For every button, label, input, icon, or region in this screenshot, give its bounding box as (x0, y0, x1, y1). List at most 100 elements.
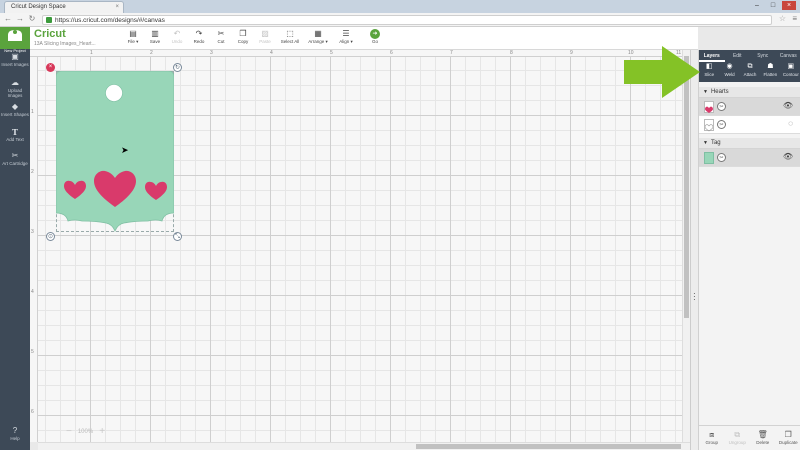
group-name: Hearts (710, 89, 729, 95)
tab-close-icon[interactable]: × (115, 4, 119, 10)
drag-handle-icon[interactable]: · · · (693, 290, 696, 304)
zoom-out-button[interactable]: − (66, 426, 72, 437)
arrange-button[interactable]: ▦ Arrange ▾ (302, 29, 334, 45)
weld-button[interactable]: ◉ Weld (719, 62, 739, 82)
tag-hole (105, 84, 123, 102)
contour-icon: ▣ (787, 63, 795, 70)
cartridge-icon: ✂ (11, 151, 19, 160)
cut-linetype-icon[interactable]: ✂ (717, 120, 726, 129)
lock-handle-icon[interactable]: ⊙ (46, 232, 55, 241)
text-icon: T (12, 127, 18, 137)
flatten-icon: ☗ (767, 63, 774, 70)
layer-row-hearts-outline[interactable]: ✂ ◌ (699, 116, 800, 134)
cut-linetype-icon[interactable]: ✂ (717, 153, 726, 162)
resize-handle-icon[interactable]: ⤡ (173, 232, 182, 241)
collapse-triangle-icon[interactable]: ▼ (703, 140, 708, 146)
horizontal-scrollbar[interactable] (38, 442, 690, 450)
window-close-icon[interactable]: × (782, 1, 796, 10)
url-field[interactable]: https://us.cricut.com/designs/#/canvas (42, 15, 772, 25)
maximize-icon[interactable]: □ (766, 1, 780, 10)
bookmark-star-icon[interactable]: ☆ (779, 14, 786, 23)
ungroup-icon: ⧉ (734, 430, 741, 439)
ungroup-button[interactable]: ⧉ Ungroup (725, 426, 751, 450)
browser-menu-icon[interactable]: ≡ (792, 14, 797, 23)
arrange-icon: ▦ (314, 29, 322, 38)
sidebar-item-label: Help (10, 436, 20, 441)
arrange-button-label: Arrange ▾ (308, 39, 328, 44)
sidebar-item-insert-shapes[interactable]: ◆ Insert Shapes (0, 103, 30, 118)
browser-tab[interactable]: Cricut Design Space × (4, 1, 124, 13)
attach-label: Attach (743, 72, 757, 77)
group-button-label: Group (705, 440, 718, 445)
image-icon: ▣ (11, 52, 19, 61)
align-button[interactable]: ☰ Align ▾ (332, 29, 360, 45)
tab-canvas[interactable]: Canvas (776, 50, 800, 62)
sidebar-item-label: Insert Images (1, 62, 29, 67)
ruler-number: 3 (31, 229, 34, 235)
back-arrow-icon[interactable]: ← (3, 14, 13, 23)
vertical-scrollbar[interactable] (682, 50, 690, 442)
ruler-number: 7 (450, 50, 453, 56)
ruler-number: 1 (90, 50, 93, 56)
delete-handle-icon[interactable]: × (46, 63, 55, 72)
sidebar-item-add-text[interactable]: T Add Text (0, 128, 30, 142)
scroll-thumb[interactable] (416, 444, 681, 449)
delete-button-label: Delete (756, 440, 770, 445)
browser-tab-bar: Cricut Design Space × – □ × (0, 0, 800, 13)
sidebar-item-label: Add Text (6, 137, 24, 142)
new-project-button[interactable]: New Project (0, 27, 30, 53)
left-sidebar: New Project ▣ Insert Images ☁ Upload Ima… (0, 27, 30, 450)
eye-hidden-icon[interactable]: ◌ (788, 119, 793, 128)
group-name: Tag (710, 140, 721, 146)
collapse-triangle-icon[interactable]: ▼ (703, 89, 708, 95)
duplicate-button[interactable]: ❐ Duplicate (776, 426, 800, 450)
eye-icon[interactable]: 👁 (783, 152, 793, 161)
weld-icon: ◉ (726, 63, 733, 70)
layer-row-tag[interactable]: ✂ 👁 (699, 149, 800, 167)
ungroup-button-label: Ungroup (728, 440, 746, 445)
tag-design[interactable] (56, 71, 174, 232)
slice-button[interactable]: ◧ Slice (699, 62, 719, 82)
ruler-number: 4 (270, 50, 273, 56)
align-button-label: Align ▾ (339, 39, 353, 44)
tab-layers[interactable]: Layers (699, 50, 725, 62)
cut-linetype-icon[interactable]: ✂ (717, 102, 726, 111)
green-arrow-icon (624, 46, 700, 98)
go-button[interactable]: ➜ Go (362, 29, 388, 44)
rotate-handle-icon[interactable]: ↻ (173, 63, 182, 72)
layer-row-hearts[interactable]: ✂ 👁 (699, 98, 800, 116)
panel-tabs: Layers Edit Sync Canvas (699, 50, 800, 62)
layer-tools: ◧ Slice ◉ Weld ⧉ Attach ☗ Flatten ▣ Contour (699, 62, 800, 82)
weld-label: Weld (724, 72, 735, 77)
attach-icon: ⧉ (747, 63, 753, 70)
project-name[interactable]: 13A Slicing Images_Heart... (34, 41, 96, 47)
forward-arrow-icon[interactable]: → (15, 14, 25, 23)
sidebar-item-art-cartridge[interactable]: ✂ Art Cartridge (0, 151, 30, 167)
layer-group-tag[interactable]: ▼ Tag (699, 138, 800, 149)
delete-button[interactable]: 🗑 Delete (750, 426, 776, 450)
reload-icon[interactable]: ↻ (27, 14, 37, 23)
contour-button[interactable]: ▣ Contour (781, 62, 800, 82)
sidebar-item-upload-images[interactable]: ☁ Upload Images (0, 79, 30, 99)
panel-splitter[interactable]: · · · (690, 50, 698, 450)
tab-sync[interactable]: Sync (750, 50, 776, 62)
group-button[interactable]: ⧈ Group (699, 426, 725, 450)
minimize-icon[interactable]: – (750, 1, 764, 10)
eye-icon[interactable]: 👁 (783, 101, 793, 110)
sidebar-item-label: Upload Images (7, 88, 23, 98)
duplicate-button-label: Duplicate (778, 440, 798, 445)
layer-thumbnail (704, 152, 714, 164)
flatten-button[interactable]: ☗ Flatten (760, 62, 780, 82)
tab-edit[interactable]: Edit (725, 50, 751, 62)
file-button-label: File ▾ (127, 39, 139, 44)
sidebar-item-help[interactable]: ? Help (0, 427, 30, 442)
zoom-in-button[interactable]: + (99, 426, 105, 437)
ruler-number: 1 (31, 109, 34, 115)
attach-button[interactable]: ⧉ Attach (740, 62, 760, 82)
slice-icon: ◧ (705, 63, 713, 70)
layer-group-hearts[interactable]: ▼ Hearts (699, 87, 800, 98)
zoom-level: 100% (77, 428, 94, 435)
group-icon: ⧈ (709, 430, 715, 439)
sidebar-item-insert-images[interactable]: ▣ Insert Images (0, 52, 30, 68)
browser-tab-title: Cricut Design Space (11, 4, 66, 10)
